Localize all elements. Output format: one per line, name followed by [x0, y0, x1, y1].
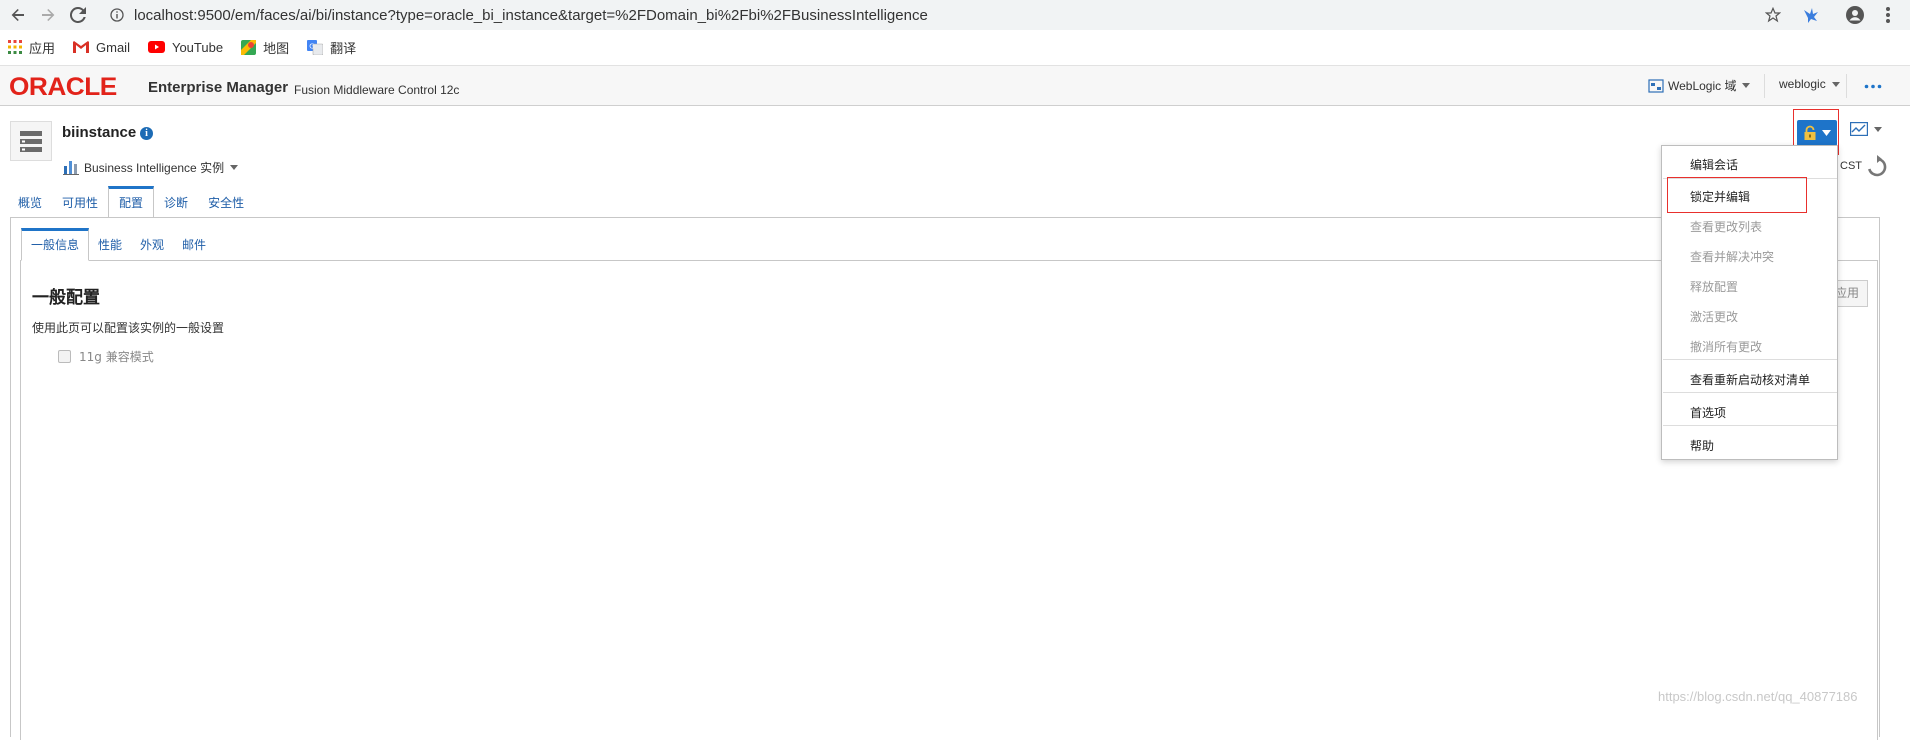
target-type-label: Business Intelligence 实例 [84, 160, 225, 175]
tab-security[interactable]: 安全性 [198, 186, 254, 218]
reload-icon [70, 7, 86, 23]
bookmark-gmail[interactable]: Gmail [73, 40, 130, 55]
url-text: localhost:9500/em/faces/ai/bi/instance?t… [134, 6, 928, 24]
tab-overview[interactable]: 概览 [8, 186, 52, 218]
refresh-icon [1868, 155, 1887, 177]
user-menu[interactable]: weblogic [1779, 77, 1840, 91]
chevron-down-icon [1822, 130, 1831, 136]
bar-chart-icon [63, 161, 79, 175]
lock-icon [1804, 125, 1816, 140]
youtube-icon [147, 41, 165, 53]
performance-chart-button[interactable] [1850, 122, 1882, 136]
tab-configuration[interactable]: 配置 [108, 186, 155, 218]
translate-icon: G [307, 39, 324, 55]
gmail-icon [73, 41, 90, 53]
menu-item-help[interactable]: 帮助 [1690, 437, 1714, 454]
menu-item-activate-changes: 激活更改 [1690, 310, 1739, 324]
back-button[interactable] [6, 3, 30, 27]
em-header: ORACLE Enterprise Manager Fusion Middlew… [0, 65, 1910, 106]
highlight-box [1667, 177, 1807, 213]
menu-item-preferences[interactable]: 首选项 [1690, 404, 1726, 421]
tab-diagnostics[interactable]: 诊断 [154, 186, 198, 218]
info-icon[interactable]: i [140, 127, 153, 140]
menu-item-release-config: 释放配置 [1690, 280, 1739, 294]
arrow-right-icon [42, 9, 55, 21]
star-icon [1765, 7, 1781, 23]
svg-text:G: G [309, 42, 314, 50]
menu-item-resolve-conflicts: 查看并解决冲突 [1690, 250, 1775, 264]
compat-mode-checkbox[interactable] [58, 350, 71, 363]
bookmark-label: Gmail [96, 39, 130, 55]
menu-divider [1663, 392, 1837, 393]
browser-toolbar: localhost:9500/em/faces/ai/bi/instance?t… [0, 0, 1910, 30]
bookmark-star-button[interactable] [1765, 3, 1781, 27]
bird-extension-icon [1804, 8, 1818, 23]
watermark: https://blog.csdn.net/qq_40877186 [1658, 689, 1858, 704]
page-title: 一般配置 [32, 288, 100, 308]
bookmarks-bar: 应用 Gmail YouTube 地图 G 翻译 [0, 33, 1910, 61]
menu-item-undo-all-changes: 撤消所有更改 [1690, 340, 1763, 354]
menu-divider [1663, 425, 1837, 426]
timezone-label: CST [1840, 160, 1862, 172]
forward-button[interactable] [36, 3, 60, 27]
lock-edit-menu-button[interactable] [1797, 120, 1837, 146]
chevron-down-icon [1831, 81, 1840, 87]
user-menu-label: weblogic [1779, 77, 1826, 91]
chevron-down-icon [1742, 83, 1751, 88]
chevron-down-icon [230, 164, 239, 170]
bookmark-label: 应用 [29, 40, 56, 56]
target-type-menu[interactable]: Business Intelligence 实例 [62, 158, 239, 176]
compat-mode-label: 11g 兼容模式 [79, 350, 154, 364]
compat-mode-option: 11g 兼容模式 [58, 348, 154, 365]
subtab-content-panel [20, 260, 1878, 740]
weblogic-domain-menu[interactable]: WebLogic 域 [1648, 77, 1751, 94]
bookmark-label: 地图 [263, 40, 290, 56]
profile-button[interactable] [1845, 3, 1865, 27]
header-divider [1764, 74, 1765, 98]
apps-grid-icon [8, 40, 22, 54]
header-divider [1846, 74, 1847, 98]
address-bar[interactable]: localhost:9500/em/faces/ai/bi/instance?t… [98, 3, 1788, 27]
menu-item-edit-session[interactable]: 编辑会话 [1690, 156, 1738, 173]
subtab-performance[interactable]: 性能 [89, 228, 131, 261]
menu-item-view-changes: 查看更改列表 [1690, 220, 1763, 234]
subtab-appearance[interactable]: 外观 [131, 228, 173, 261]
server-list-icon [20, 131, 42, 152]
info-circle-icon [110, 8, 124, 22]
chevron-down-icon [1874, 126, 1882, 132]
kebab-menu-icon [1886, 7, 1890, 23]
bookmark-translate[interactable]: G 翻译 [307, 38, 356, 57]
domain-menu-label: WebLogic 域 [1668, 79, 1737, 93]
main-tabs: 概览 可用性 配置 诊断 安全性 [8, 186, 254, 218]
bookmark-maps[interactable]: 地图 [241, 38, 289, 57]
more-options-button[interactable] [1864, 84, 1882, 89]
product-title: Enterprise Manager [148, 79, 289, 96]
target-name: biinstance [62, 124, 137, 141]
domain-icon [1648, 78, 1664, 93]
refresh-button[interactable] [1865, 155, 1889, 183]
oracle-logo[interactable]: ORACLE [9, 73, 117, 102]
tab-availability[interactable]: 可用性 [52, 186, 108, 218]
menu-item-restart-checklist[interactable]: 查看重新启动核对清单 [1690, 371, 1810, 388]
subtab-general[interactable]: 一般信息 [21, 228, 90, 261]
extension-button[interactable] [1802, 3, 1820, 27]
account-circle-icon [1846, 6, 1864, 24]
sub-tabs: 一般信息 性能 外观 邮件 [21, 228, 215, 261]
menu-divider [1663, 359, 1837, 360]
line-chart-icon [1850, 122, 1868, 136]
page-description: 使用此页可以配置该实例的一般设置 [32, 321, 225, 335]
product-subtitle: Fusion Middleware Control 12c [294, 83, 460, 97]
bookmark-youtube[interactable]: YouTube [147, 39, 224, 55]
reload-button[interactable] [66, 3, 90, 27]
maps-icon [241, 39, 257, 55]
bookmark-label: YouTube [171, 39, 224, 55]
bookmark-apps[interactable]: 应用 [8, 38, 55, 57]
arrow-left-icon [11, 9, 24, 21]
subtab-mail[interactable]: 邮件 [173, 228, 215, 261]
ellipsis-icon [1864, 84, 1882, 89]
chrome-menu-button[interactable] [1885, 3, 1891, 27]
bookmark-label: 翻译 [330, 40, 357, 56]
target-type-icon [10, 121, 52, 161]
